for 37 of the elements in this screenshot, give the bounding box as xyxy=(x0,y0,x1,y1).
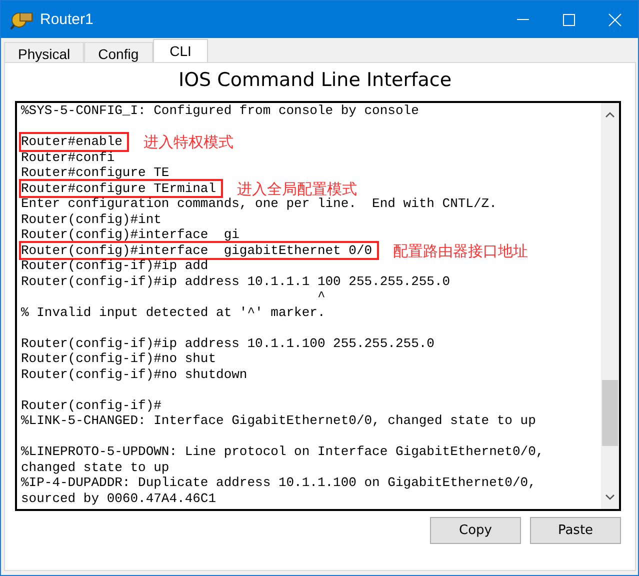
terminal-line: Router(config-if)#no shutdown xyxy=(21,366,248,382)
terminal-line: Router#configure TE xyxy=(21,165,170,180)
vertical-scrollbar[interactable] xyxy=(601,103,619,509)
router-app-icon xyxy=(10,10,34,30)
action-button[interactable]: Paste xyxy=(530,517,621,544)
terminal-line: Enter configuration commands, one per line. End with CNTL/Z. xyxy=(21,196,497,212)
scroll-thumb[interactable] xyxy=(602,380,618,446)
terminal-line: %SYS-5-CONFIG_I: Configured from console by console xyxy=(21,103,419,118)
terminal-line: ^ xyxy=(316,289,326,304)
maximize-icon xyxy=(562,12,576,26)
terminal-line: Router(config-if)# xyxy=(21,398,162,413)
terminal-line: Router#configure TErminal xyxy=(21,180,222,196)
terminal-line: changed state to up xyxy=(21,460,170,475)
scroll-up-icon[interactable] xyxy=(605,111,615,119)
panel-heading: IOS Command Line Interface xyxy=(177,68,453,93)
terminal-line: Router(config-if)#ip address 10.1.1.1 100 255.255.255.0 xyxy=(21,274,450,289)
terminal-line: Router(config-if)#ip address 10.1.1.100 255.255.255.0 xyxy=(21,336,434,351)
terminal-line: Router(config)#interface gi xyxy=(21,227,240,242)
terminal-line: Router(config-if)#no shut xyxy=(21,351,216,366)
action-button[interactable]: Copy xyxy=(430,517,521,544)
terminal-line: %IP-4-DUPADDR: Duplicate address 10.1.1.100 on GigabitEthernet0/0, xyxy=(21,475,536,490)
window-title: Router1 xyxy=(40,11,94,28)
terminal-line: Router(config)#int xyxy=(21,212,162,227)
terminal-line: sourced by 0060.47A4.46C1 xyxy=(21,490,216,506)
terminal-line: Router(config-if)#ip add xyxy=(21,258,208,274)
terminal-line: Router#confi xyxy=(21,150,115,165)
terminal-line: % Invalid input detected at '^' marker. xyxy=(21,304,326,320)
close-icon xyxy=(608,12,622,26)
terminal-line: %LINK-5-CHANGED: Interface GigabitEthernet0/0, changed state to up xyxy=(21,413,536,428)
scroll-down-icon[interactable] xyxy=(605,493,615,501)
terminal-line: %LINEPROTO-5-UPDOWN: Line protocol on Interface GigabitEthernet0/0, xyxy=(21,444,544,460)
annotation-label: 进入特权模式 xyxy=(143,133,234,151)
terminal-line: Router#enable xyxy=(21,134,128,150)
annotation-label: 配置路由器接口地址 xyxy=(393,242,528,260)
annotation-label: 进入全局配置模式 xyxy=(237,180,358,198)
terminal-line: Router(config)#interface gigabitEthernet 0/0 xyxy=(21,242,378,258)
minimize-icon xyxy=(517,19,529,20)
